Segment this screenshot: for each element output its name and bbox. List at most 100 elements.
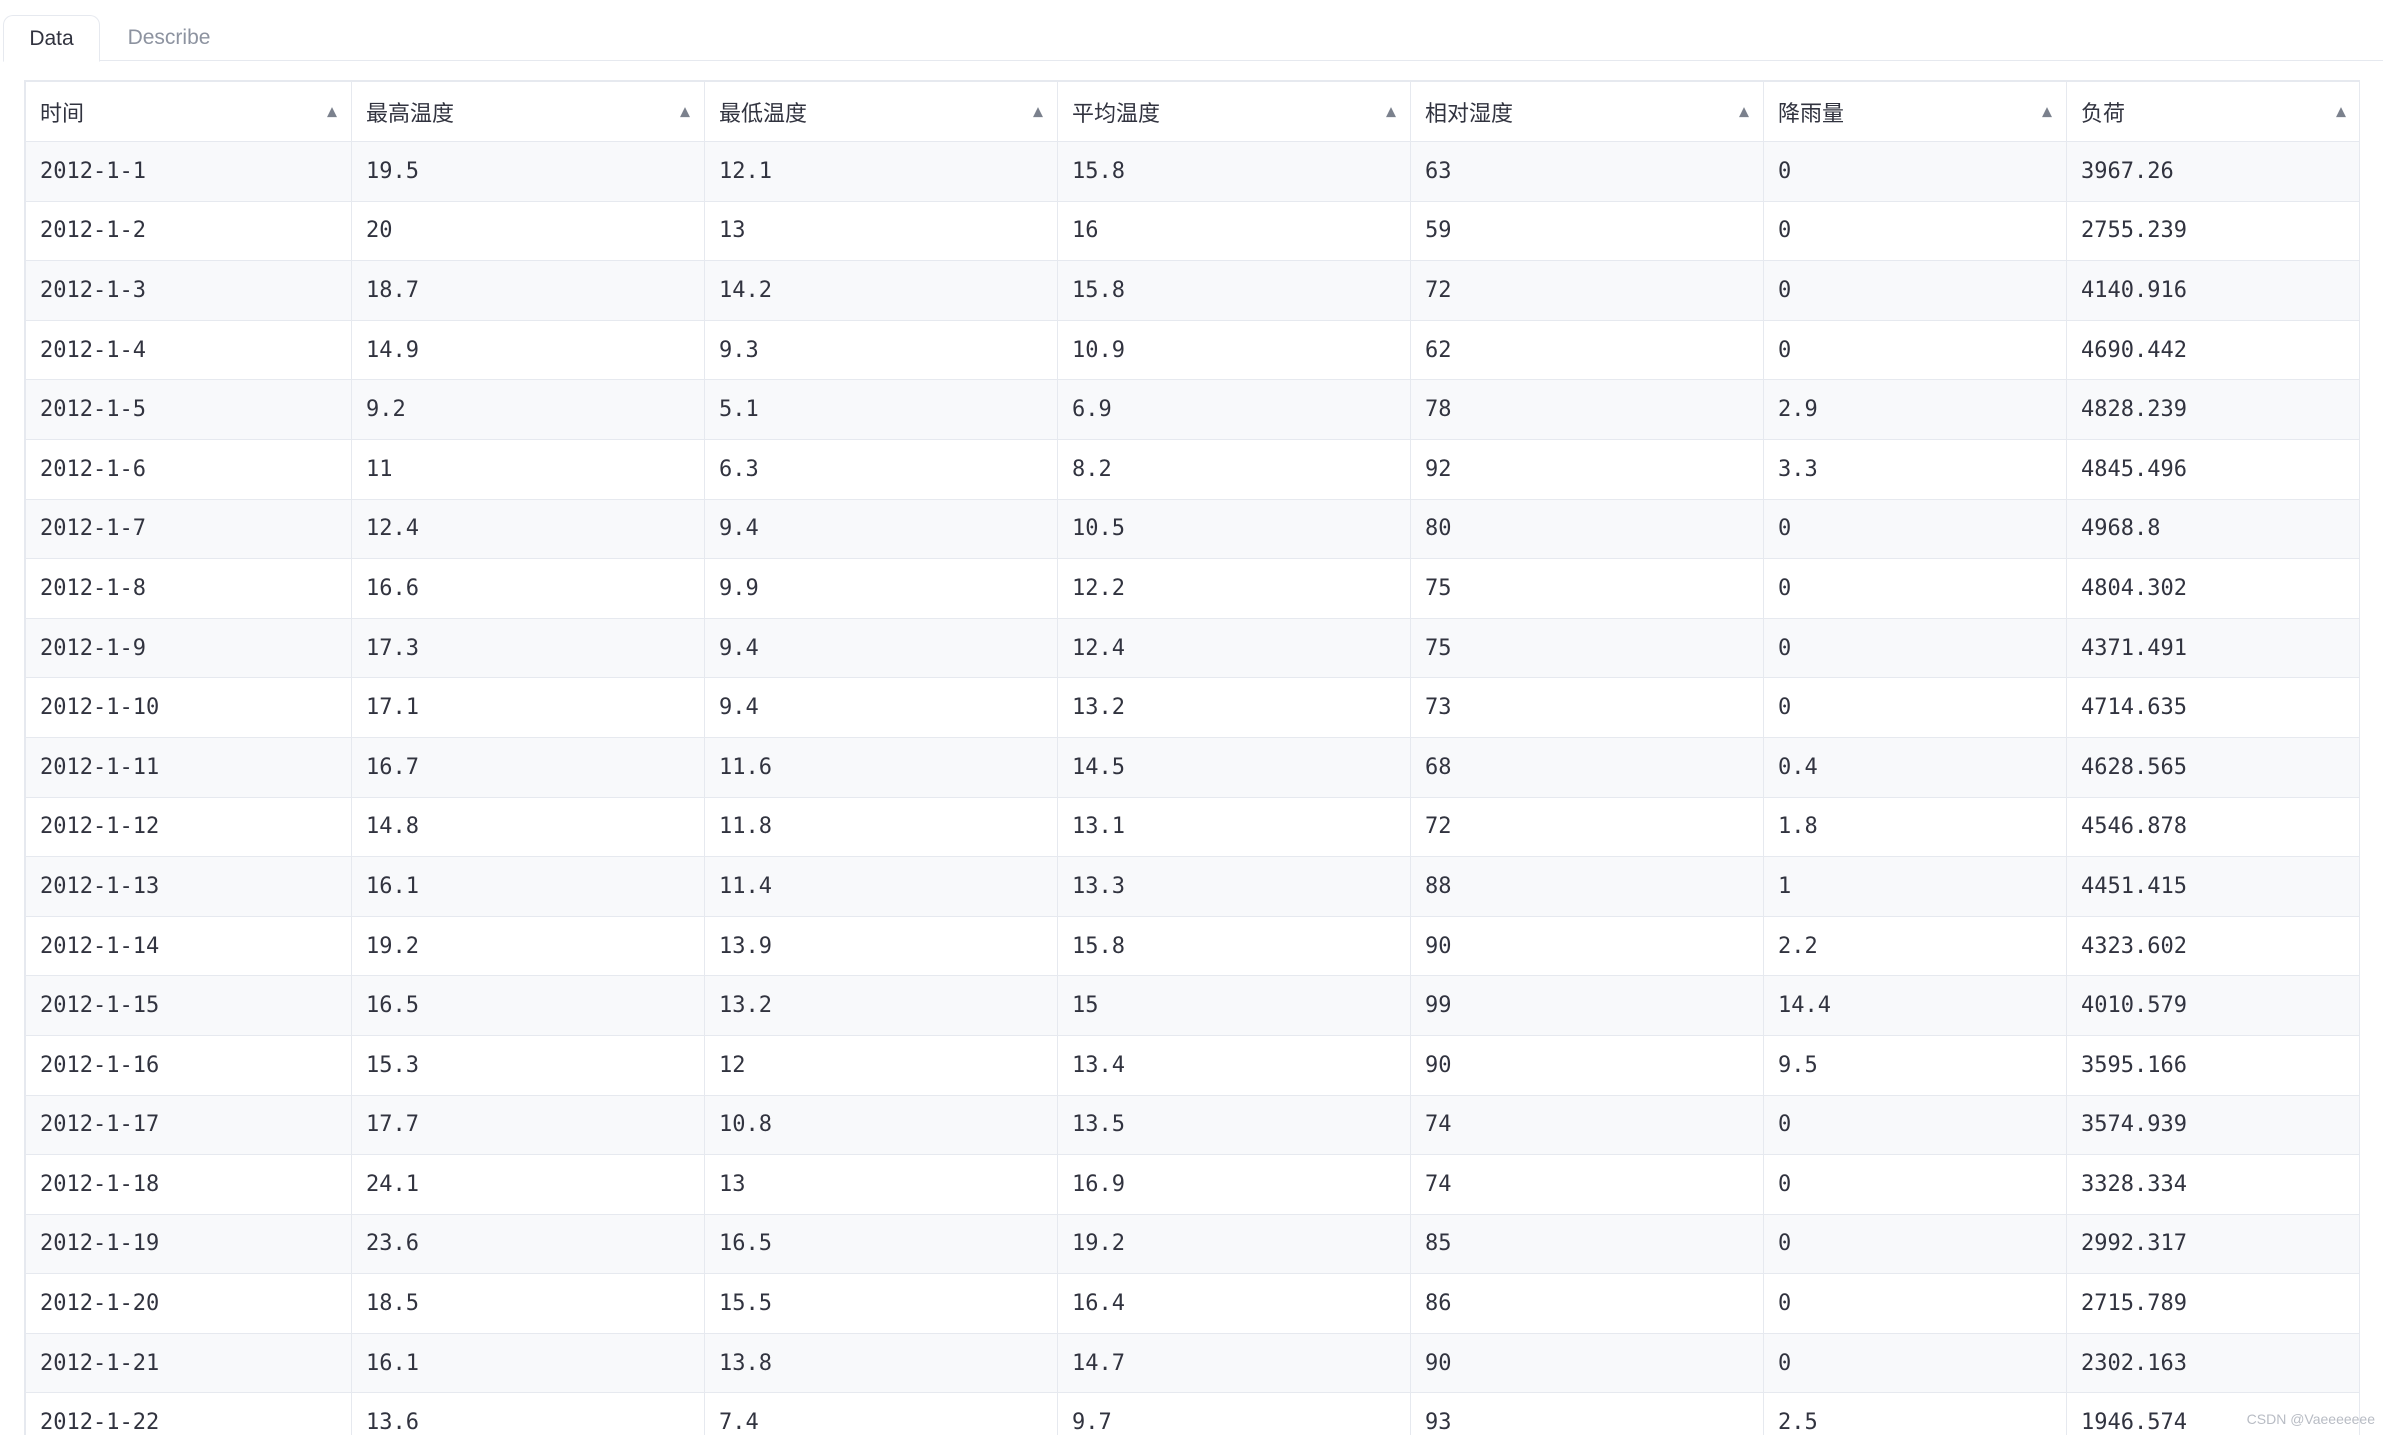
table-cell[interactable]: 14.9 [351,319,705,381]
table-row[interactable]: 2012-1-11 16.7 11.6 14.5 68 0.4 4628.565 [25,736,2359,798]
table-cell[interactable]: 0 [1763,558,2067,619]
table-cell[interactable]: 15.3 [351,1034,705,1096]
table-cell[interactable]: 16.7 [351,736,705,798]
table-row[interactable]: 2012-1-5 9.2 5.1 6.9 78 2.9 4828.239 [25,379,2359,440]
table-cell[interactable]: 2012-1-3 [25,260,352,321]
table-cell[interactable]: 63 [1410,141,1764,202]
tab-data[interactable]: Data [3,15,100,62]
table-cell[interactable]: 15 [1057,975,1411,1036]
table-cell[interactable]: 4690.442 [2066,319,2359,381]
table-cell[interactable]: 9.4 [704,677,1058,738]
table-cell[interactable]: 12.2 [1057,558,1411,619]
table-cell[interactable]: 9.2 [351,379,705,440]
table-cell[interactable]: 2012-1-13 [25,856,352,917]
table-cell[interactable]: 0 [1763,1273,2067,1334]
table-cell[interactable]: 19.2 [1057,1213,1411,1275]
table-cell[interactable]: 72 [1410,796,1764,858]
table-cell[interactable]: 12 [704,1034,1058,1096]
table-cell[interactable]: 2715.789 [2066,1273,2359,1334]
table-cell[interactable]: 9.4 [704,498,1058,560]
table-cell[interactable]: 16 [1057,200,1411,262]
table-cell[interactable]: 74 [1410,1094,1764,1156]
table-cell[interactable]: 0 [1763,677,2067,738]
table-row[interactable]: 2012-1-9 17.3 9.4 12.4 75 0 4371.491 [25,617,2359,679]
table-cell[interactable]: 2302.163 [2066,1332,2359,1394]
table-cell[interactable]: 0 [1763,141,2067,202]
table-cell[interactable]: 2755.239 [2066,200,2359,262]
table-cell[interactable]: 0 [1763,498,2067,560]
table-cell[interactable]: 17.1 [351,677,705,738]
table-cell[interactable]: 4010.579 [2066,975,2359,1036]
sort-ascending-icon[interactable]: ▲ [1739,104,1749,119]
sort-ascending-icon[interactable]: ▲ [1033,104,1043,119]
column-header-6[interactable]: 负荷 ▲ [2066,81,2359,142]
table-cell[interactable]: 16.1 [351,856,705,917]
table-row[interactable]: 2012-1-10 17.1 9.4 13.2 73 0 4714.635 [25,677,2359,738]
table-cell[interactable]: 2012-1-14 [25,915,352,977]
table-cell[interactable]: 74 [1410,1154,1764,1215]
table-cell[interactable]: 13.2 [704,975,1058,1036]
table-cell[interactable]: 2012-1-6 [25,438,352,500]
tab-describe[interactable]: Describe [115,15,223,61]
table-cell[interactable]: 4968.8 [2066,498,2359,560]
table-cell[interactable]: 59 [1410,200,1764,262]
table-row[interactable]: 2012-1-12 14.8 11.8 13.1 72 1.8 4546.878 [25,796,2359,858]
table-cell[interactable]: 16.4 [1057,1273,1411,1334]
table-cell[interactable]: 2012-1-10 [25,677,352,738]
table-cell[interactable]: 2012-1-11 [25,736,352,798]
table-row[interactable]: 2012-1-13 16.1 11.4 13.3 88 1 4451.415 [25,856,2359,917]
table-cell[interactable]: 2012-1-19 [25,1213,352,1275]
table-cell[interactable]: 88 [1410,856,1764,917]
table-cell[interactable]: 8.2 [1057,438,1411,500]
table-cell[interactable]: 4628.565 [2066,736,2359,798]
table-cell[interactable]: 17.3 [351,617,705,679]
table-cell[interactable]: 0 [1763,1332,2067,1394]
table-row[interactable]: 2012-1-16 15.3 12 13.4 90 9.5 3595.166 [25,1034,2359,1096]
table-cell[interactable]: 2012-1-12 [25,796,352,858]
table-cell[interactable]: 15.5 [704,1273,1058,1334]
table-cell[interactable]: 3.3 [1763,438,2067,500]
table-cell[interactable]: 10.8 [704,1094,1058,1156]
table-cell[interactable]: 19.2 [351,915,705,977]
table-row[interactable]: 2012-1-3 18.7 14.2 15.8 72 0 4140.916 [25,260,2359,321]
table-cell[interactable]: 72 [1410,260,1764,321]
table-cell[interactable]: 13.4 [1057,1034,1411,1096]
table-cell[interactable]: 9.5 [1763,1034,2067,1096]
table-cell[interactable]: 3967.26 [2066,141,2359,202]
table-cell[interactable]: 73 [1410,677,1764,738]
sort-ascending-icon[interactable]: ▲ [680,104,690,119]
table-row[interactable]: 2012-1-15 16.5 13.2 15 99 14.4 4010.579 [25,975,2359,1036]
table-cell[interactable]: 24.1 [351,1154,705,1215]
table-cell[interactable]: 13.9 [704,915,1058,977]
table-cell[interactable]: 75 [1410,558,1764,619]
table-cell[interactable]: 4323.602 [2066,915,2359,977]
table-cell[interactable]: 12.4 [351,498,705,560]
table-cell[interactable]: 2992.317 [2066,1213,2359,1275]
column-header-4[interactable]: 相对湿度 ▲ [1410,81,1764,142]
sort-ascending-icon[interactable]: ▲ [327,104,337,119]
table-cell[interactable]: 11.4 [704,856,1058,917]
table-cell[interactable]: 13 [704,200,1058,262]
table-cell[interactable]: 16.5 [704,1213,1058,1275]
table-row[interactable]: 2012-1-20 18.5 15.5 16.4 86 0 2715.789 [25,1273,2359,1334]
table-cell[interactable]: 11.8 [704,796,1058,858]
table-cell[interactable]: 75 [1410,617,1764,679]
table-row[interactable]: 2012-1-14 19.2 13.9 15.8 90 2.2 4323.602 [25,915,2359,977]
table-cell[interactable]: 10.5 [1057,498,1411,560]
table-cell[interactable]: 2012-1-18 [25,1154,352,1215]
table-cell[interactable]: 13.6 [351,1392,705,1435]
table-cell[interactable]: 14.7 [1057,1332,1411,1394]
table-cell[interactable]: 4140.916 [2066,260,2359,321]
table-row[interactable]: 2012-1-1 19.5 12.1 15.8 63 0 3967.26 [25,141,2359,202]
table-cell[interactable]: 18.5 [351,1273,705,1334]
table-cell[interactable]: 12.4 [1057,617,1411,679]
table-cell[interactable]: 16.6 [351,558,705,619]
table-row[interactable]: 2012-1-6 11 6.3 8.2 92 3.3 4845.496 [25,438,2359,500]
table-cell[interactable]: 90 [1410,915,1764,977]
table-cell[interactable]: 2.9 [1763,379,2067,440]
table-cell[interactable]: 2012-1-2 [25,200,352,262]
table-cell[interactable]: 78 [1410,379,1764,440]
table-cell[interactable]: 90 [1410,1332,1764,1394]
table-cell[interactable]: 2012-1-7 [25,498,352,560]
table-cell[interactable]: 14.2 [704,260,1058,321]
